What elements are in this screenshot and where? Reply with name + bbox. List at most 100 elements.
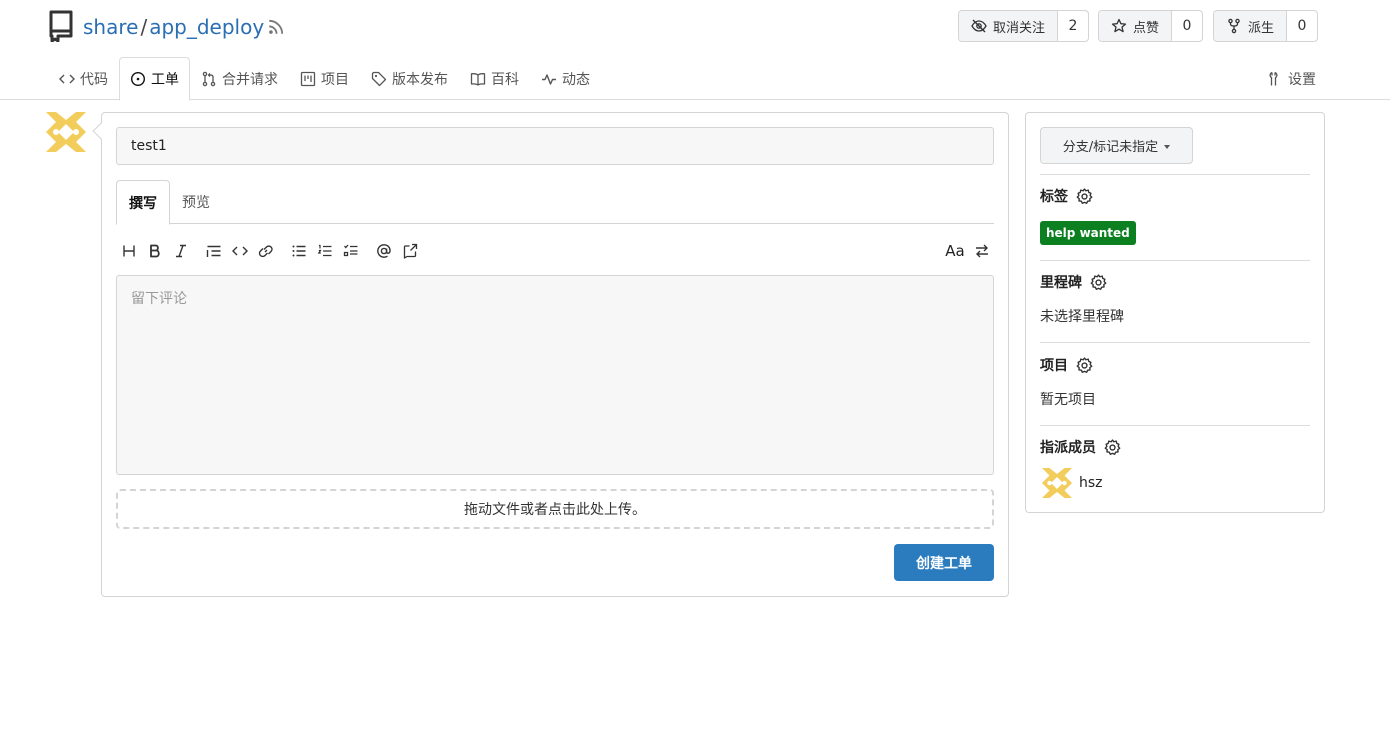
projects-value: 暂无项目	[1040, 392, 1096, 408]
tab-releases-label: 版本发布	[392, 72, 448, 88]
watch-count[interactable]: 2	[1058, 11, 1088, 41]
divider	[1040, 425, 1310, 426]
fork-button[interactable]: 派生	[1214, 11, 1288, 41]
issue-icon	[130, 71, 146, 87]
tab-settings-label: 设置	[1288, 72, 1316, 88]
tab-code[interactable]: 代码	[48, 57, 119, 100]
labels-heading[interactable]: 标签	[1040, 186, 1093, 206]
dropdown-caret-icon	[1164, 144, 1171, 149]
file-upload-dropzone[interactable]: 拖动文件或者点击此处上传。	[116, 489, 994, 529]
unordered-list-icon	[292, 245, 306, 257]
tab-settings[interactable]: 设置	[1256, 57, 1327, 100]
branch-selector-label: 分支/标记未指定	[1062, 140, 1159, 155]
milestone-heading-label: 里程碑	[1040, 275, 1082, 291]
star-icon	[1111, 18, 1127, 33]
milestone-heading[interactable]: 里程碑	[1040, 272, 1107, 292]
unwatch-button[interactable]: 取消关注	[959, 11, 1059, 41]
tag-icon	[371, 71, 387, 87]
tab-activity-label: 动态	[562, 72, 590, 88]
heading-button[interactable]	[118, 239, 140, 263]
repo-header: share / app_deploy 取消关注 2 点赞 0 派生 0 代码 工…	[0, 0, 1390, 101]
ordered-list-button[interactable]	[314, 239, 336, 263]
task-list-button[interactable]	[340, 239, 362, 263]
repo-owner-link[interactable]: share	[83, 15, 138, 39]
label-help-wanted[interactable]: help wanted	[1040, 221, 1136, 245]
gear-icon	[1076, 356, 1093, 373]
tab-issues[interactable]: 工单	[119, 57, 190, 101]
monospace-toggle-button[interactable]: Aa	[942, 239, 968, 263]
form-pointer	[92, 122, 110, 140]
assignees-heading-label: 指派成员	[1040, 440, 1096, 456]
unordered-list-button[interactable]	[288, 239, 310, 263]
repo-name-link[interactable]: app_deploy	[149, 15, 264, 39]
labels-heading-label: 标签	[1040, 189, 1068, 205]
quote-button[interactable]	[203, 239, 225, 263]
tab-preview[interactable]: 预览	[170, 180, 222, 224]
fork-icon	[1228, 18, 1240, 34]
task-list-icon	[343, 244, 358, 257]
gear-icon	[1090, 273, 1107, 290]
branch-selector[interactable]: 分支/标记未指定	[1040, 127, 1193, 164]
tab-projects[interactable]: 项目	[289, 57, 360, 100]
tab-releases[interactable]: 版本发布	[360, 57, 459, 100]
issue-title-input[interactable]	[116, 127, 994, 165]
mention-icon	[377, 244, 391, 258]
code-icon	[59, 74, 75, 84]
star-button-group: 点赞 0	[1098, 10, 1204, 42]
tab-pull-requests-label: 合并请求	[222, 72, 278, 88]
watch-button-group: 取消关注 2	[958, 10, 1090, 42]
bold-button[interactable]	[144, 239, 166, 263]
repo-title: share / app_deploy	[83, 13, 264, 41]
settings-tab-wrapper: 设置	[1256, 57, 1327, 100]
projects-heading-label: 项目	[1040, 358, 1068, 374]
tab-wiki[interactable]: 百科	[459, 57, 530, 100]
assignees-heading[interactable]: 指派成员	[1040, 437, 1121, 457]
italic-button[interactable]	[170, 239, 192, 263]
code-button[interactable]	[229, 239, 251, 263]
italic-icon	[176, 244, 186, 258]
fork-label: 派生	[1248, 20, 1275, 36]
star-label: 点赞	[1133, 20, 1160, 36]
quote-icon	[206, 245, 221, 257]
code-icon	[232, 246, 248, 256]
fork-count[interactable]: 0	[1287, 11, 1317, 41]
tab-projects-label: 项目	[321, 72, 349, 88]
project-icon	[300, 71, 316, 87]
arrow-switch-icon	[976, 244, 988, 258]
tab-activity[interactable]: 动态	[530, 57, 601, 100]
gear-icon	[1104, 438, 1121, 455]
pulse-icon	[542, 74, 556, 85]
unwatch-label: 取消关注	[993, 20, 1046, 36]
star-count[interactable]: 0	[1172, 11, 1202, 41]
book-icon	[470, 73, 486, 86]
tab-pull-requests[interactable]: 合并请求	[190, 57, 289, 100]
mention-button[interactable]	[373, 239, 395, 263]
issue-reference-button[interactable]	[399, 239, 421, 263]
pull-request-icon	[202, 71, 216, 87]
assignee-item[interactable]: hsz	[1042, 468, 1103, 498]
divider	[1040, 260, 1310, 261]
repo-separator: /	[140, 15, 148, 39]
rss-icon[interactable]	[267, 18, 285, 36]
star-button[interactable]: 点赞	[1099, 11, 1173, 41]
user-avatar	[46, 112, 86, 152]
heading-icon	[123, 245, 135, 257]
tab-write[interactable]: 撰写	[116, 180, 170, 225]
create-issue-button[interactable]: 创建工单	[894, 544, 994, 581]
assignee-avatar	[1042, 468, 1072, 498]
comment-textarea[interactable]	[116, 275, 994, 475]
tab-issues-label: 工单	[151, 72, 179, 88]
tab-code-label: 代码	[80, 72, 108, 88]
divider	[1040, 174, 1310, 175]
switch-editor-button[interactable]	[971, 239, 993, 263]
repo-tabs: 代码 工单 合并请求 项目 版本发布 百科 动态	[48, 57, 601, 101]
link-icon	[258, 245, 273, 258]
projects-heading[interactable]: 项目	[1040, 355, 1093, 375]
assignee-name: hsz	[1079, 475, 1103, 491]
eye-closed-icon	[971, 19, 987, 33]
tab-wiki-label: 百科	[491, 72, 519, 88]
issue-form: 撰写 预览	[92, 112, 1009, 597]
link-button[interactable]	[255, 239, 277, 263]
cross-reference-icon	[403, 243, 418, 259]
markdown-toolbar: Aa	[116, 239, 994, 263]
